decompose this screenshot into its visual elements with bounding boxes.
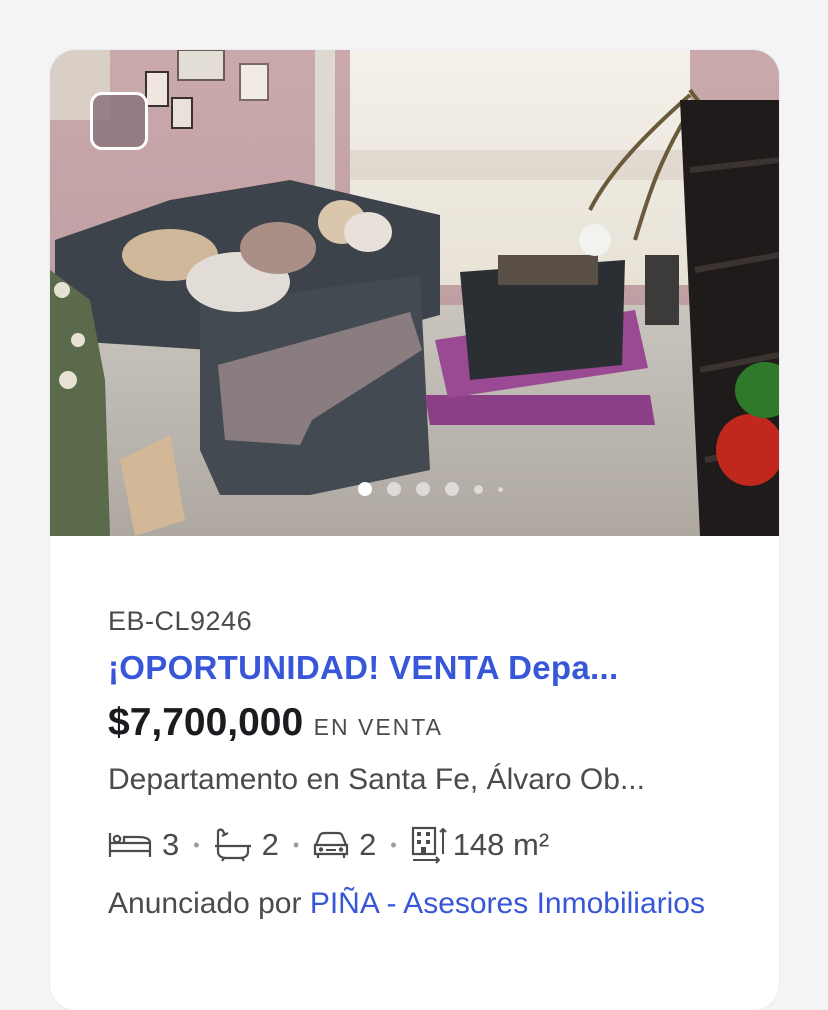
parking-feature: 2 bbox=[313, 827, 376, 863]
bedrooms-value: 3 bbox=[162, 827, 180, 862]
pagination-dot[interactable] bbox=[474, 484, 483, 494]
operation-type: EN VENTA bbox=[313, 714, 443, 740]
bathrooms-feature: 2 bbox=[214, 827, 279, 863]
area-value: 148 m² bbox=[452, 827, 550, 862]
bedrooms-feature: 3 bbox=[108, 827, 179, 863]
listing-title[interactable]: ¡OPORTUNIDAD! VENTA Depa... bbox=[108, 649, 618, 687]
listing-features: 3 • 2 • 2 • 148 m² bbox=[108, 823, 549, 867]
listing-code: EB-CL9246 bbox=[108, 606, 253, 636]
pagination-dot[interactable] bbox=[416, 482, 430, 496]
photo-pagination-dots bbox=[358, 482, 503, 496]
pagination-dot[interactable] bbox=[445, 482, 459, 496]
area-icon bbox=[411, 826, 447, 864]
listing-address: Departamento en Santa Fe, Álvaro Ob... bbox=[108, 763, 645, 796]
feature-separator: • bbox=[292, 834, 300, 855]
bed-icon bbox=[108, 833, 152, 857]
pagination-dot[interactable] bbox=[358, 482, 372, 496]
advertiser-line: Anunciado por PIÑA - Asesores Inmobiliar… bbox=[108, 879, 728, 929]
pagination-dot[interactable] bbox=[498, 486, 503, 492]
listing-card[interactable]: EB-CL9246 ¡OPORTUNIDAD! VENTA Depa... $7… bbox=[50, 50, 779, 1010]
advertiser-link[interactable]: PIÑA - Asesores Inmobiliarios bbox=[310, 887, 705, 920]
feature-separator: • bbox=[390, 834, 397, 855]
feature-separator: • bbox=[193, 834, 200, 855]
price-row: $7,700,000 EN VENTA bbox=[108, 701, 443, 745]
bathrooms-value: 2 bbox=[261, 827, 279, 862]
pagination-dot[interactable] bbox=[387, 482, 401, 496]
bathtub-icon bbox=[214, 828, 251, 862]
area-feature: 148 m² bbox=[411, 826, 549, 864]
select-checkbox[interactable] bbox=[90, 92, 148, 150]
car-icon bbox=[314, 831, 349, 858]
listing-photo[interactable] bbox=[50, 50, 779, 536]
advertiser-prefix: Anunciado por bbox=[108, 887, 310, 920]
listing-price: $7,700,000 bbox=[108, 701, 304, 744]
living-room-photo bbox=[50, 50, 779, 536]
parking-value: 2 bbox=[359, 827, 377, 862]
